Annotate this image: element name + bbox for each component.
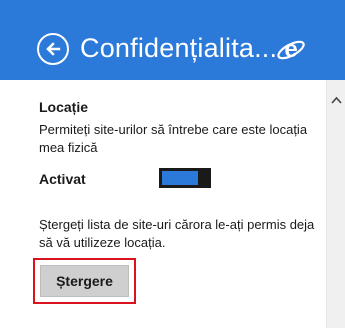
vertical-scrollbar[interactable]	[326, 80, 345, 328]
clear-button[interactable]: Ștergere	[40, 265, 129, 297]
clear-locations-description: Ștergeți lista de site-uri cărora le-ați…	[39, 217, 315, 250]
location-description: Permiteți site-urilor să întrebe care es…	[39, 122, 308, 155]
chevron-up-icon[interactable]	[331, 96, 342, 104]
internet-explorer-logo-icon: e	[277, 36, 305, 63]
location-toggle-label: Activat	[39, 171, 86, 187]
settings-flyout: Confidențialita... e Locație Permiteți s…	[0, 0, 345, 328]
flyout-title: Confidențialita...	[80, 33, 278, 63]
back-button[interactable]	[37, 33, 69, 65]
location-toggle[interactable]	[159, 168, 211, 188]
svg-text:e: e	[284, 36, 297, 63]
flyout-header: Confidențialita... e	[0, 0, 345, 80]
location-heading: Locație	[39, 99, 89, 115]
back-arrow-icon	[46, 42, 61, 56]
toggle-fill	[162, 171, 198, 185]
